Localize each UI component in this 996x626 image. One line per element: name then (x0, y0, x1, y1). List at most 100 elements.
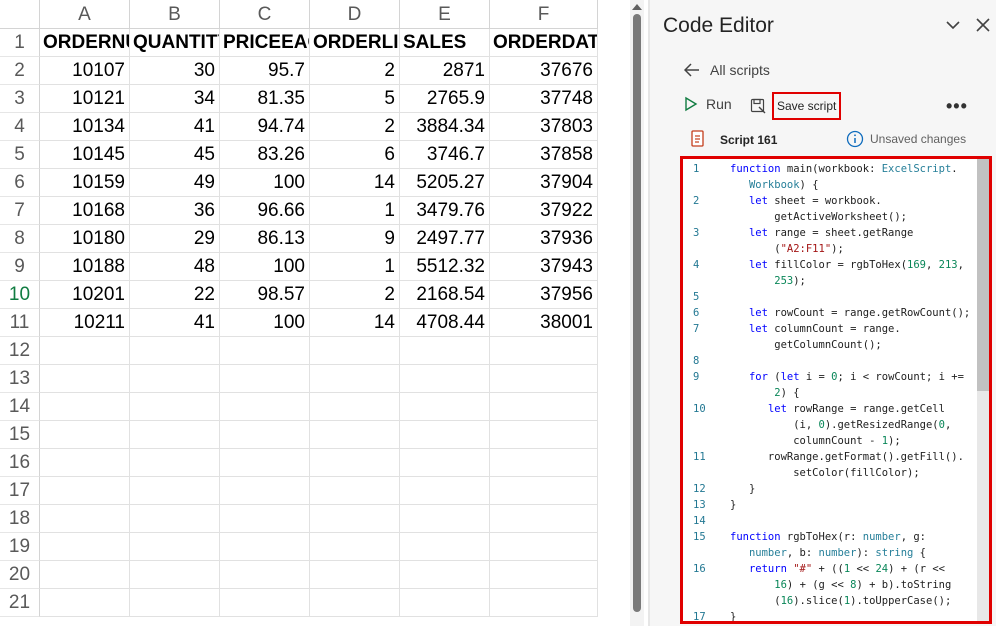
data-cell[interactable]: 1 (310, 253, 400, 281)
code-scrollbar-thumb[interactable] (977, 159, 989, 391)
data-cell[interactable]: 100 (220, 309, 310, 337)
data-cell[interactable]: 14 (310, 309, 400, 337)
empty-cell[interactable] (400, 477, 490, 505)
data-cell[interactable]: 2871 (400, 57, 490, 85)
data-cell[interactable]: 34 (130, 85, 220, 113)
data-cell[interactable]: 30 (130, 57, 220, 85)
more-options-button[interactable]: ••• (946, 96, 968, 117)
column-header-b[interactable]: B (130, 0, 220, 29)
data-cell[interactable]: 10168 (40, 197, 130, 225)
data-cell[interactable]: 37748 (490, 85, 598, 113)
row-header[interactable]: 16 (0, 449, 40, 477)
empty-cell[interactable] (490, 393, 598, 421)
empty-cell[interactable] (40, 337, 130, 365)
row-header[interactable]: 14 (0, 393, 40, 421)
header-cell[interactable]: QUANTITYORDERED (130, 29, 220, 57)
empty-cell[interactable] (490, 337, 598, 365)
save-script-button[interactable]: Save script (750, 92, 842, 120)
data-cell[interactable]: 45 (130, 141, 220, 169)
empty-cell[interactable] (130, 505, 220, 533)
empty-cell[interactable] (490, 365, 598, 393)
row-header[interactable]: 15 (0, 421, 40, 449)
empty-cell[interactable] (400, 421, 490, 449)
empty-cell[interactable] (130, 589, 220, 617)
empty-cell[interactable] (310, 365, 400, 393)
empty-cell[interactable] (40, 421, 130, 449)
data-cell[interactable]: 100 (220, 253, 310, 281)
data-cell[interactable]: 81.35 (220, 85, 310, 113)
empty-cell[interactable] (220, 421, 310, 449)
column-header-a[interactable]: A (40, 0, 130, 29)
data-cell[interactable]: 5 (310, 85, 400, 113)
empty-cell[interactable] (490, 449, 598, 477)
empty-cell[interactable] (40, 561, 130, 589)
data-cell[interactable]: 10107 (40, 57, 130, 85)
data-cell[interactable]: 36 (130, 197, 220, 225)
empty-cell[interactable] (400, 393, 490, 421)
data-cell[interactable]: 14 (310, 169, 400, 197)
data-cell[interactable]: 10211 (40, 309, 130, 337)
empty-cell[interactable] (220, 393, 310, 421)
select-all-corner[interactable] (0, 0, 40, 29)
empty-cell[interactable] (130, 393, 220, 421)
empty-cell[interactable] (220, 337, 310, 365)
data-cell[interactable]: 5512.32 (400, 253, 490, 281)
header-cell[interactable]: ORDERNUMBER (40, 29, 130, 57)
data-cell[interactable]: 96.66 (220, 197, 310, 225)
data-cell[interactable]: 29 (130, 225, 220, 253)
empty-cell[interactable] (400, 533, 490, 561)
sheet-vertical-scrollbar[interactable] (630, 0, 644, 626)
row-header[interactable]: 10 (0, 281, 40, 309)
empty-cell[interactable] (130, 365, 220, 393)
empty-cell[interactable] (130, 477, 220, 505)
empty-cell[interactable] (310, 589, 400, 617)
data-cell[interactable]: 2 (310, 281, 400, 309)
data-cell[interactable]: 37943 (490, 253, 598, 281)
data-cell[interactable]: 10121 (40, 85, 130, 113)
data-cell[interactable]: 100 (220, 169, 310, 197)
empty-cell[interactable] (310, 561, 400, 589)
empty-cell[interactable] (40, 393, 130, 421)
code-scrollbar-track[interactable] (977, 391, 989, 621)
row-header[interactable]: 7 (0, 197, 40, 225)
data-cell[interactable]: 4708.44 (400, 309, 490, 337)
code-editor[interactable]: 1 function main(workbook: ExcelScript. Wo… (680, 156, 992, 624)
data-cell[interactable]: 9 (310, 225, 400, 253)
data-cell[interactable]: 37922 (490, 197, 598, 225)
empty-cell[interactable] (400, 561, 490, 589)
data-cell[interactable]: 2765.9 (400, 85, 490, 113)
empty-cell[interactable] (40, 477, 130, 505)
empty-cell[interactable] (490, 421, 598, 449)
data-cell[interactable]: 1 (310, 197, 400, 225)
header-cell[interactable]: ORDERLINENUMBER (310, 29, 400, 57)
data-cell[interactable]: 6 (310, 141, 400, 169)
empty-cell[interactable] (490, 589, 598, 617)
empty-cell[interactable] (40, 365, 130, 393)
data-cell[interactable]: 37904 (490, 169, 598, 197)
empty-cell[interactable] (40, 449, 130, 477)
empty-cell[interactable] (400, 505, 490, 533)
row-header[interactable]: 9 (0, 253, 40, 281)
scroll-up-arrow-icon[interactable] (632, 4, 642, 10)
row-header[interactable]: 18 (0, 505, 40, 533)
row-header[interactable]: 4 (0, 113, 40, 141)
empty-cell[interactable] (40, 505, 130, 533)
empty-cell[interactable] (220, 449, 310, 477)
row-header[interactable]: 1 (0, 29, 40, 57)
data-cell[interactable]: 49 (130, 169, 220, 197)
empty-cell[interactable] (400, 449, 490, 477)
empty-cell[interactable] (310, 421, 400, 449)
data-cell[interactable]: 37936 (490, 225, 598, 253)
row-header[interactable]: 5 (0, 141, 40, 169)
empty-cell[interactable] (40, 589, 130, 617)
row-header[interactable]: 2 (0, 57, 40, 85)
data-cell[interactable]: 2497.77 (400, 225, 490, 253)
header-cell[interactable]: SALES (400, 29, 490, 57)
empty-cell[interactable] (130, 533, 220, 561)
data-cell[interactable]: 2 (310, 57, 400, 85)
row-header[interactable]: 20 (0, 561, 40, 589)
empty-cell[interactable] (220, 561, 310, 589)
empty-cell[interactable] (310, 337, 400, 365)
data-cell[interactable]: 37803 (490, 113, 598, 141)
empty-cell[interactable] (220, 505, 310, 533)
